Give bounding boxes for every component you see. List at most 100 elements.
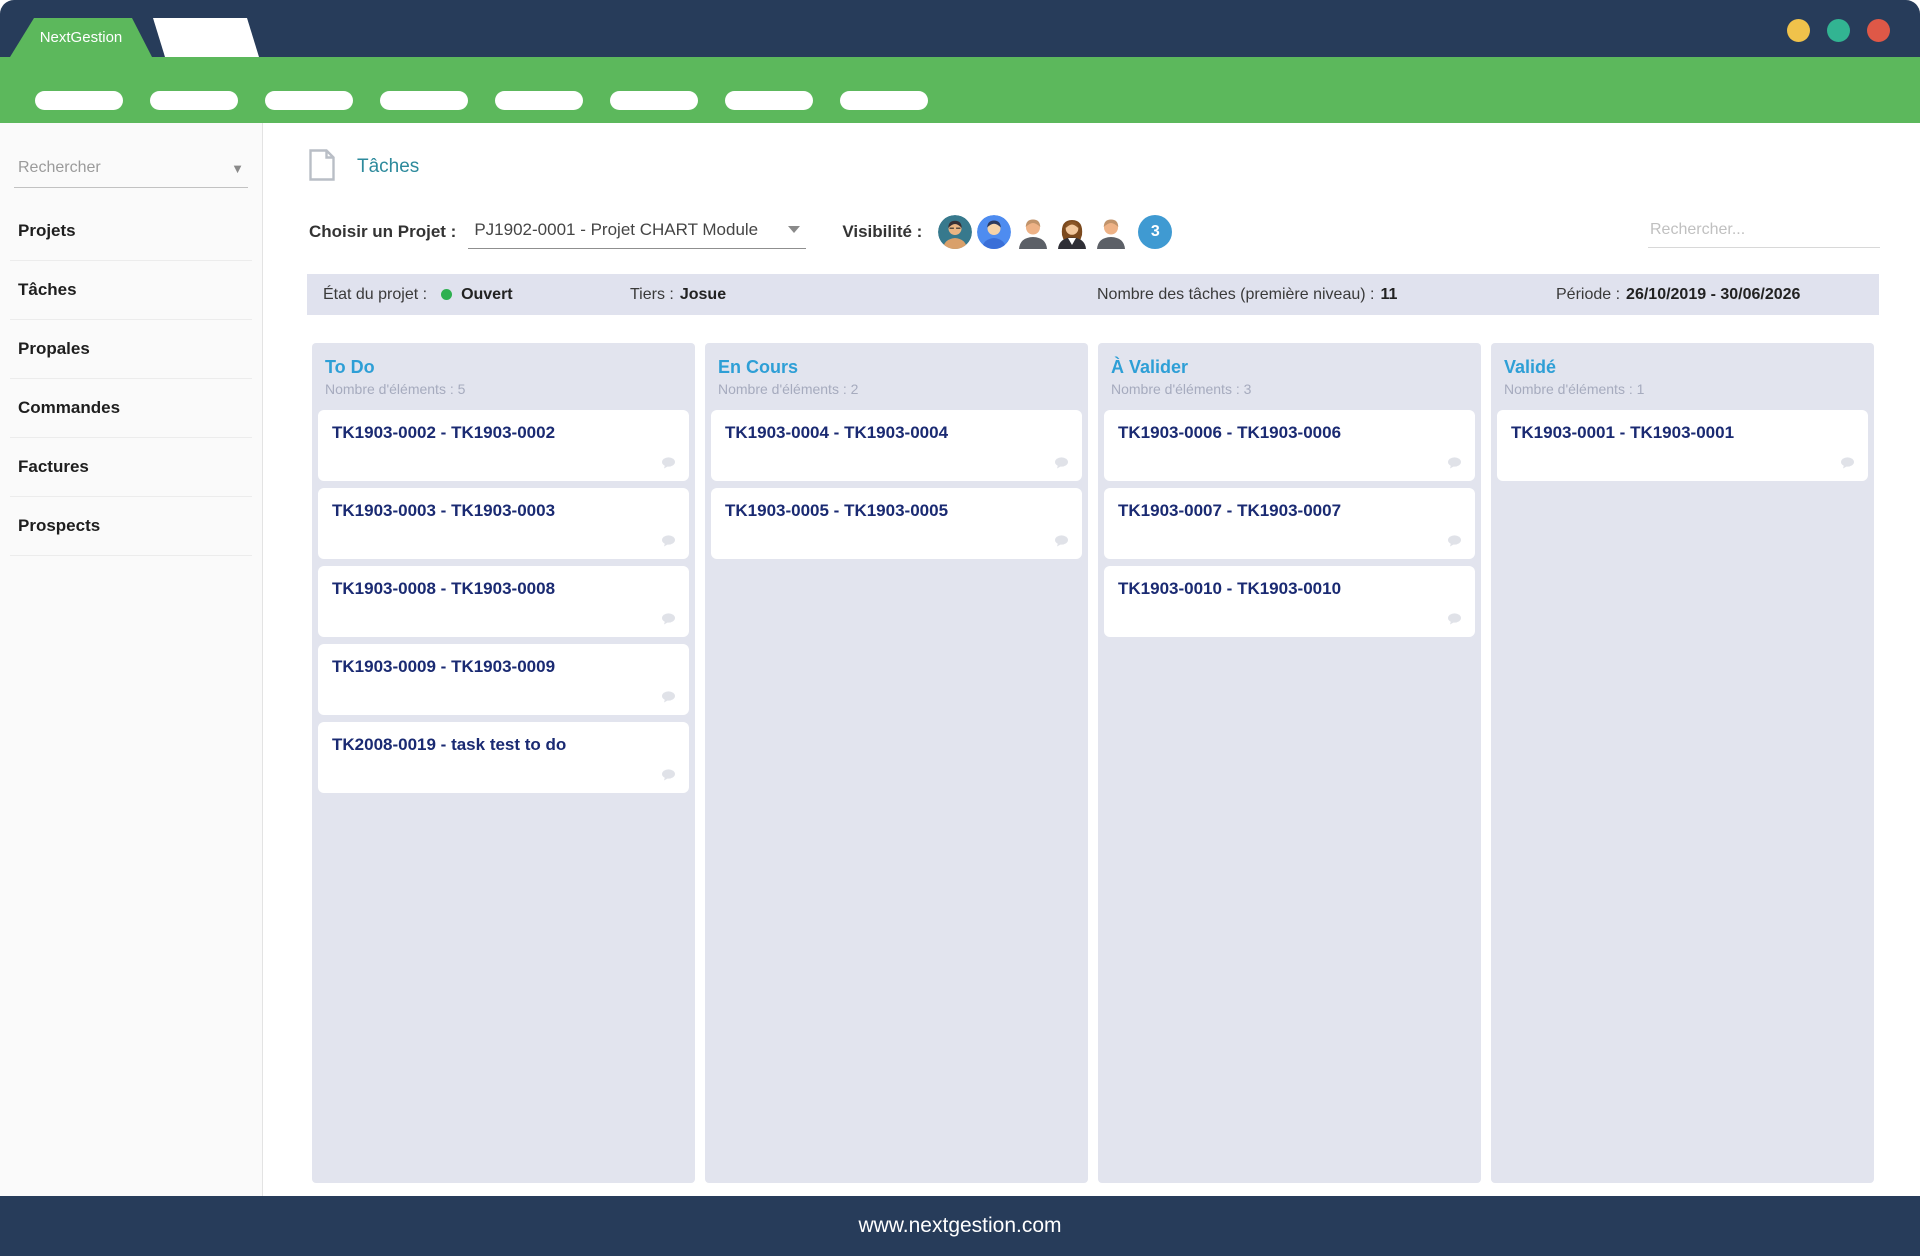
close-button[interactable] [1867, 19, 1890, 42]
task-card-title: TK1903-0004 - TK1903-0004 [725, 423, 1068, 443]
tiers-label: Tiers : [630, 286, 674, 304]
main-nav-bar [0, 57, 1920, 123]
project-task-count: Nombre des tâches (première niveau) : 11 [1097, 274, 1397, 315]
column-title: À Valider [1111, 357, 1475, 378]
brand-tab[interactable]: NextGestion [10, 18, 152, 57]
task-card[interactable]: TK1903-0006 - TK1903-0006 [1104, 410, 1475, 481]
kanban-column-valide: Validé Nombre d'éléments : 1 TK1903-0001… [1491, 343, 1874, 1183]
task-card[interactable]: TK1903-0004 - TK1903-0004 [711, 410, 1082, 481]
task-card-title: TK1903-0002 - TK1903-0002 [332, 423, 675, 443]
project-tiers: Tiers : Josue [630, 274, 726, 315]
task-card[interactable]: TK2008-0019 - task test to do [318, 722, 689, 793]
sidebar-item-factures[interactable]: Factures [10, 438, 252, 496]
task-card[interactable]: TK1903-0009 - TK1903-0009 [318, 644, 689, 715]
sidebar-item-propales[interactable]: Propales [10, 320, 252, 378]
inactive-tab[interactable] [153, 18, 259, 57]
comment-icon [661, 612, 676, 630]
task-card[interactable]: TK1903-0001 - TK1903-0001 [1497, 410, 1868, 481]
board-search [1648, 217, 1880, 248]
document-icon [309, 149, 335, 186]
task-count-value: 11 [1380, 286, 1397, 304]
comment-icon [661, 534, 676, 552]
project-state-label: État du projet : [323, 286, 427, 304]
chevron-down-icon: ▼ [231, 161, 244, 176]
sidebar-item-projets[interactable]: Projets [10, 202, 252, 260]
chevron-down-icon [788, 226, 800, 233]
visibility-avatars: 3 [938, 215, 1172, 249]
task-count-label: Nombre des tâches (première niveau) : [1097, 286, 1374, 304]
column-count: Nombre d'éléments : 2 [718, 381, 1082, 397]
comment-icon [1447, 612, 1462, 630]
task-card[interactable]: TK1903-0010 - TK1903-0010 [1104, 566, 1475, 637]
comment-icon [1447, 456, 1462, 474]
sidebar-item-taches[interactable]: Tâches [10, 261, 252, 319]
comment-icon [1054, 456, 1069, 474]
project-state: État du projet : Ouvert [323, 274, 513, 315]
footer-bar: www.nextgestion.com [0, 1196, 1920, 1256]
task-card[interactable]: TK1903-0002 - TK1903-0002 [318, 410, 689, 481]
column-count: Nombre d'éléments : 5 [325, 381, 689, 397]
user-avatar-teal[interactable] [938, 215, 972, 249]
minimize-button[interactable] [1787, 19, 1810, 42]
project-state-value: Ouvert [461, 286, 513, 304]
user-avatar-blue[interactable] [977, 215, 1011, 249]
nav-pill[interactable] [380, 91, 468, 110]
task-card[interactable]: TK1903-0008 - TK1903-0008 [318, 566, 689, 637]
nav-pill[interactable] [840, 91, 928, 110]
kanban-board: To Do Nombre d'éléments : 5 TK1903-0002 … [312, 343, 1920, 1183]
task-card-title: TK1903-0005 - TK1903-0005 [725, 501, 1068, 521]
user-avatar-woman[interactable] [1055, 215, 1089, 249]
comment-icon [661, 768, 676, 786]
project-info-bar: État du projet : Ouvert Tiers : Josue No… [307, 274, 1879, 315]
visibility-label: Visibilité : [842, 222, 922, 242]
comment-icon [1447, 534, 1462, 552]
comment-icon [661, 456, 676, 474]
task-card-title: TK1903-0003 - TK1903-0003 [332, 501, 675, 521]
comment-icon [661, 690, 676, 708]
comment-icon [1054, 534, 1069, 552]
window-title-bar: NextGestion [0, 0, 1920, 57]
column-count: Nombre d'éléments : 3 [1111, 381, 1475, 397]
comment-icon [1840, 456, 1855, 474]
nav-pill[interactable] [265, 91, 353, 110]
project-period: Période : 26/10/2019 - 30/06/2026 [1556, 274, 1800, 315]
period-value: 26/10/2019 - 30/06/2026 [1626, 286, 1800, 304]
nav-pill[interactable] [35, 91, 123, 110]
kanban-column-a-valider: À Valider Nombre d'éléments : 3 TK1903-0… [1098, 343, 1481, 1183]
sidebar: Rechercher ▼ Projets Tâches Propales Com… [0, 123, 263, 1196]
column-title: Validé [1504, 357, 1868, 378]
kanban-column-en-cours: En Cours Nombre d'éléments : 2 TK1903-00… [705, 343, 1088, 1183]
nav-pill[interactable] [610, 91, 698, 110]
task-card[interactable]: TK1903-0007 - TK1903-0007 [1104, 488, 1475, 559]
task-card-title: TK1903-0006 - TK1903-0006 [1118, 423, 1461, 443]
task-card-title: TK1903-0007 - TK1903-0007 [1118, 501, 1461, 521]
status-open-icon [441, 289, 452, 300]
visibility-more-badge[interactable]: 3 [1138, 215, 1172, 249]
project-select-label: Choisir un Projet : [309, 222, 456, 242]
sidebar-search-placeholder: Rechercher [18, 159, 101, 177]
board-search-input[interactable] [1648, 217, 1880, 248]
task-card[interactable]: TK1903-0003 - TK1903-0003 [318, 488, 689, 559]
page-title: Tâches [357, 156, 419, 178]
project-select[interactable]: PJ1902-0001 - Projet CHART Module [468, 216, 806, 249]
task-card[interactable]: TK1903-0005 - TK1903-0005 [711, 488, 1082, 559]
brand-name: NextGestion [40, 29, 123, 46]
sidebar-search-select[interactable]: Rechercher ▼ [14, 153, 248, 188]
kanban-column-todo: To Do Nombre d'éléments : 5 TK1903-0002 … [312, 343, 695, 1183]
maximize-button[interactable] [1827, 19, 1850, 42]
tiers-value: Josue [680, 286, 726, 304]
window-controls [1787, 19, 1890, 42]
period-label: Période : [1556, 286, 1620, 304]
nav-pill[interactable] [150, 91, 238, 110]
sidebar-item-commandes[interactable]: Commandes [10, 379, 252, 437]
sidebar-menu: Projets Tâches Propales Commandes Factur… [0, 202, 262, 556]
user-avatar-man[interactable] [1094, 215, 1128, 249]
column-title: En Cours [718, 357, 1082, 378]
footer-url[interactable]: www.nextgestion.com [858, 1214, 1061, 1238]
user-avatar-man[interactable] [1016, 215, 1050, 249]
nav-pill[interactable] [725, 91, 813, 110]
task-card-title: TK2008-0019 - task test to do [332, 735, 675, 755]
nav-pill[interactable] [495, 91, 583, 110]
task-card-title: TK1903-0010 - TK1903-0010 [1118, 579, 1461, 599]
sidebar-item-prospects[interactable]: Prospects [10, 497, 252, 555]
